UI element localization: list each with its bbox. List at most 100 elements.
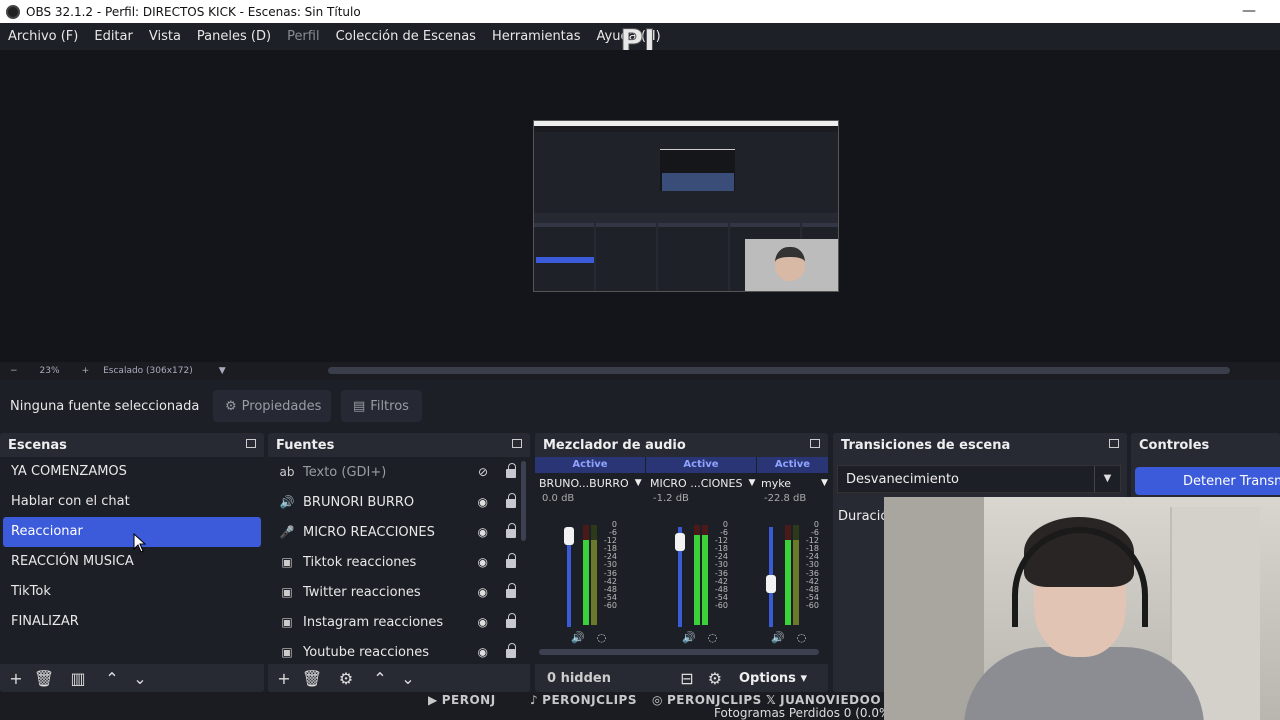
eye-icon[interactable]: ◉ — [478, 645, 488, 659]
speaker-icon[interactable]: 🔊 — [771, 631, 785, 644]
scene-item[interactable]: Hablar con el chat — [0, 487, 264, 517]
menu-vista[interactable]: Vista — [141, 29, 189, 44]
channel-volume-db: -22.8 dB — [764, 493, 807, 504]
lock-icon[interactable] — [506, 613, 516, 628]
image-icon: ▣ — [281, 615, 293, 629]
controls-title: Controles — [1139, 437, 1210, 453]
eye-icon[interactable]: ◉ — [478, 525, 488, 539]
lock-icon[interactable] — [506, 583, 516, 598]
move-up-icon[interactable]: ⌃ — [366, 669, 394, 688]
lock-icon[interactable] — [506, 523, 516, 538]
trash-icon[interactable]: 🗑 — [30, 669, 58, 688]
channel-name-dropdown[interactable]: myke ▼ — [757, 473, 828, 493]
source-item[interactable]: ▣ Twitter reacciones ◉ — [268, 577, 530, 607]
volume-fader-knob[interactable] — [766, 574, 776, 593]
trash-icon[interactable]: 🗑 — [298, 669, 326, 688]
stop-streaming-button[interactable]: Detener Transmisión — [1135, 467, 1280, 495]
scenes-dock: Escenas YA COMENZAMOS Hablar con el chat… — [0, 433, 264, 692]
source-item[interactable]: ab Texto (GDI+) ⊘ — [268, 457, 530, 487]
undock-icon[interactable] — [1109, 439, 1119, 448]
zoom-in-button[interactable]: + — [82, 366, 90, 376]
level-meter — [702, 525, 708, 625]
speaker-icon[interactable]: 🔊 — [571, 631, 585, 644]
channel-status: Active — [757, 457, 828, 473]
sources-scrollbar[interactable] — [521, 461, 526, 541]
zoom-out-button[interactable]: − — [10, 366, 18, 376]
advanced-audio-gear-icon[interactable]: ⚙ — [701, 669, 729, 688]
speaker-icon[interactable]: 🔊 — [682, 631, 696, 644]
zoom-level: 23% — [39, 366, 60, 376]
add-scene-button[interactable]: + — [2, 669, 30, 688]
preview-canvas[interactable] — [0, 50, 1280, 362]
scale-dropdown-icon[interactable]: ▼ — [219, 366, 226, 376]
gear-icon[interactable]: ⚙ — [332, 669, 360, 688]
monitor-icon[interactable]: ◌ — [708, 631, 718, 644]
menu-coleccion-escenas[interactable]: Colección de Escenas — [328, 29, 484, 44]
add-source-button[interactable]: + — [270, 669, 298, 688]
filters-button[interactable]: ▤ Filtros — [341, 390, 422, 422]
mixer-scrollbar[interactable] — [539, 649, 819, 655]
channel-status: Active — [646, 457, 756, 473]
scene-item[interactable]: FINALIZAR — [0, 607, 264, 637]
monitor-icon[interactable]: ◌ — [597, 631, 607, 644]
preview-scrollbar[interactable] — [328, 367, 1230, 374]
undock-icon[interactable] — [512, 439, 522, 448]
sources-title: Fuentes — [276, 437, 335, 453]
scenes-title: Escenas — [8, 437, 67, 453]
menu-editar[interactable]: Editar — [86, 29, 141, 44]
channel-name-dropdown[interactable]: BRUNO...BURRO ▼ — [535, 473, 645, 493]
minimize-button[interactable]: — — [1242, 3, 1256, 19]
menu-herramientas[interactable]: Herramientas — [484, 29, 589, 44]
eye-icon[interactable]: ◉ — [478, 555, 488, 569]
source-item[interactable]: ▣ Youtube reacciones ◉ — [268, 637, 530, 664]
channel-volume-db: 0.0 dB — [542, 493, 575, 504]
eye-icon[interactable]: ◉ — [478, 495, 488, 509]
undock-icon[interactable] — [246, 439, 256, 448]
image-icon: ▣ — [281, 585, 293, 599]
speaker-icon: 🔊 — [279, 495, 295, 509]
channel-status: Active — [535, 457, 645, 473]
source-item[interactable]: ▣ Tiktok reacciones ◉ — [268, 547, 530, 577]
mixer-title: Mezclador de audio — [543, 437, 686, 453]
source-item[interactable]: 🎤 MICRO REACCIONES ◉ — [268, 517, 530, 547]
level-meter — [785, 525, 791, 625]
social-instagram: ◎ PERONJCLIPS — [652, 693, 762, 707]
options-button[interactable]: Options ▾ — [739, 671, 807, 686]
volume-fader-knob[interactable] — [675, 532, 685, 551]
eye-icon[interactable]: ◉ — [478, 615, 488, 629]
scene-item[interactable]: REACCIÓN MUSICA — [0, 547, 264, 577]
obs-app-icon — [6, 4, 20, 19]
lock-icon[interactable] — [506, 643, 516, 658]
menu-archivo[interactable]: Archivo (F) — [0, 29, 86, 44]
menu-paneles[interactable]: Paneles (D) — [189, 29, 279, 44]
move-down-icon[interactable]: ⌄ — [126, 669, 154, 688]
image-icon: ▣ — [281, 555, 293, 569]
lock-icon[interactable] — [506, 493, 516, 508]
mixer-channel: Active BRUNO...BURRO ▼ 0.0 dB 0 -6 -12 -18 -2… — [535, 457, 645, 653]
level-meter — [591, 525, 597, 625]
menu-perfil[interactable]: Perfil — [279, 29, 328, 44]
layout-toggle-icon[interactable]: ⊟ — [673, 669, 701, 688]
volume-fader-knob[interactable] — [564, 527, 574, 545]
move-down-icon[interactable]: ⌄ — [394, 669, 422, 688]
audio-mixer-dock: Mezclador de audio Active BRUNO...BURRO ▼… — [535, 433, 828, 692]
microphone-icon: 🎤 — [279, 525, 295, 539]
transition-select[interactable]: Desvanecimiento ▼ — [837, 465, 1121, 493]
properties-button[interactable]: ⚙ Propiedades — [213, 390, 331, 422]
chevron-down-icon: ▼ — [820, 478, 828, 488]
eye-icon[interactable]: ◉ — [478, 585, 488, 599]
channel-name-dropdown[interactable]: MICRO ...CIONES ▼ — [646, 473, 756, 493]
scene-item[interactable]: YA COMENZAMOS — [0, 457, 264, 487]
source-item[interactable]: ▣ Instagram reacciones ◉ — [268, 607, 530, 637]
lock-icon[interactable] — [506, 463, 516, 478]
source-item[interactable]: 🔊 BRUNORI BURRO ◉ — [268, 487, 530, 517]
move-up-icon[interactable]: ⌃ — [98, 669, 126, 688]
scene-item[interactable]: TikTok — [0, 577, 264, 607]
monitor-icon[interactable]: ◌ — [797, 631, 807, 644]
scene-filters-icon[interactable]: ▥ — [64, 669, 92, 688]
scene-item-selected[interactable]: Reaccionar — [3, 517, 261, 547]
eye-hidden-icon[interactable]: ⊘ — [478, 465, 488, 479]
channel-volume-db: -1.2 dB — [653, 493, 689, 504]
lock-icon[interactable] — [506, 553, 516, 568]
undock-icon[interactable] — [810, 439, 820, 448]
